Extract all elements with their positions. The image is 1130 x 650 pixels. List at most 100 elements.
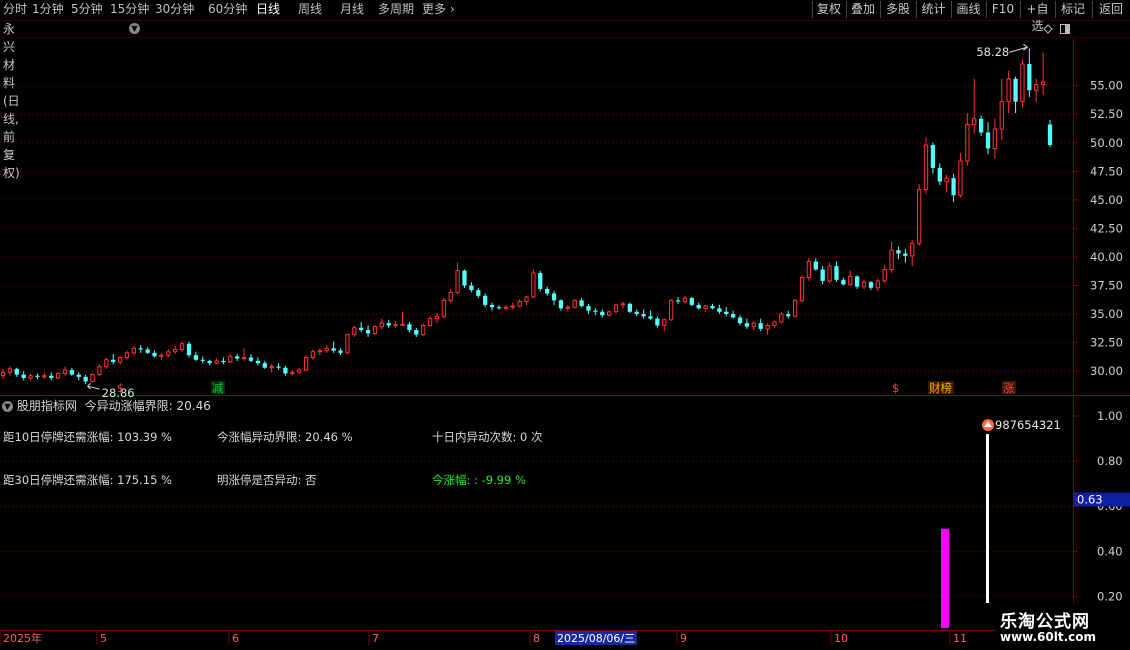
info-line-2: 今涨幅异动界限: 20.46 % bbox=[217, 430, 353, 444]
candle-body-47 bbox=[324, 347, 329, 352]
candle-body-17 bbox=[117, 356, 123, 363]
candle-body-146 bbox=[1006, 78, 1011, 103]
candle-body-151 bbox=[1040, 81, 1046, 86]
price-tick-label-4: 45.00 bbox=[1090, 193, 1123, 207]
high-price-arrow bbox=[1009, 43, 1029, 53]
candle-body-152 bbox=[1047, 124, 1053, 146]
candle-body-90 bbox=[620, 303, 626, 306]
candle-body-38 bbox=[262, 363, 267, 368]
candle-body-26 bbox=[179, 343, 185, 350]
candle-body-20 bbox=[138, 348, 143, 350]
candle-body-56 bbox=[386, 323, 391, 326]
candle-body-123 bbox=[848, 275, 853, 285]
candle-body-57 bbox=[393, 323, 398, 326]
candle-body-125 bbox=[861, 281, 867, 288]
bar-value-label: 987654321 bbox=[995, 418, 1061, 432]
candle-body-150 bbox=[1034, 84, 1039, 91]
candle-body-104 bbox=[717, 308, 722, 312]
candle-body-61 bbox=[421, 324, 426, 336]
candle-body-105 bbox=[724, 311, 729, 315]
candle-body-145 bbox=[999, 101, 1004, 130]
candle-body-37 bbox=[255, 360, 260, 364]
candle-body-81 bbox=[558, 300, 564, 309]
indicator-tick-label-0: 1.00 bbox=[1097, 409, 1123, 423]
candle-body-1 bbox=[7, 368, 13, 373]
candle-body-100 bbox=[689, 298, 694, 305]
x-axis-label-7: 10 bbox=[834, 632, 848, 645]
current-value-label: 0.63 bbox=[1077, 492, 1103, 506]
candle-body-148 bbox=[1020, 63, 1025, 103]
candle-body-142 bbox=[978, 118, 984, 133]
candle-body-141 bbox=[972, 118, 977, 126]
candle-body-12 bbox=[83, 376, 88, 382]
candle-body-109 bbox=[751, 322, 756, 328]
price-tick-label-1: 52.50 bbox=[1090, 107, 1123, 121]
candle-body-13 bbox=[90, 374, 95, 382]
candle-body-92 bbox=[634, 311, 639, 315]
info-line-1: 距10日停牌还需涨幅: 103.39 % bbox=[3, 430, 172, 444]
candle-body-30 bbox=[207, 360, 212, 364]
candle-body-116 bbox=[799, 277, 805, 301]
candle-body-8 bbox=[55, 372, 61, 379]
candle-body-34 bbox=[235, 356, 240, 359]
candle-body-53 bbox=[365, 330, 371, 334]
candle-body-2 bbox=[14, 368, 19, 375]
candle-body-87 bbox=[600, 311, 605, 316]
candle-body-77 bbox=[531, 272, 536, 298]
candle-body-32 bbox=[221, 360, 226, 363]
candle-body-82 bbox=[565, 306, 570, 309]
candle-body-111 bbox=[765, 324, 770, 330]
candle-body-96 bbox=[662, 319, 667, 326]
info-line-5: 明涨停是否异动: 否 bbox=[217, 473, 317, 487]
candle-body-130 bbox=[896, 250, 901, 254]
candle-body-78 bbox=[538, 272, 543, 289]
candle-body-69 bbox=[476, 290, 481, 296]
candle-body-118 bbox=[813, 261, 818, 270]
candle-body-27 bbox=[186, 343, 192, 356]
candle-body-58 bbox=[400, 323, 405, 326]
diamond-icon bbox=[1043, 24, 1053, 34]
candle-body-84 bbox=[579, 300, 584, 307]
candle-body-139 bbox=[958, 160, 963, 196]
price-tick-label-10: 30.00 bbox=[1090, 364, 1123, 378]
price-tick-label-6: 40.00 bbox=[1090, 250, 1123, 264]
candle-body-55 bbox=[379, 322, 384, 328]
candle-body-68 bbox=[469, 285, 474, 291]
candle-body-50 bbox=[345, 334, 350, 354]
indicator-dropdown-icon[interactable]: ▼ bbox=[2, 401, 13, 412]
candle-body-80 bbox=[551, 293, 557, 301]
indicator-header-value: 今异动涨幅界限: 20.46 bbox=[84, 399, 211, 413]
candle-body-121 bbox=[834, 266, 839, 280]
candle-body-149 bbox=[1027, 63, 1032, 91]
candle-body-25 bbox=[173, 348, 178, 353]
candle-body-138 bbox=[951, 178, 956, 196]
watermark: 乐淘公式网 www.60lt.com bbox=[996, 603, 1130, 650]
candle-body-10 bbox=[69, 370, 75, 375]
price-tick-label-0: 55.00 bbox=[1090, 79, 1123, 93]
candle-body-24 bbox=[166, 351, 171, 356]
indicator-name[interactable]: 股朋指标网 bbox=[17, 399, 77, 413]
candle-body-113 bbox=[779, 313, 784, 323]
candle-body-62 bbox=[427, 318, 433, 326]
candle-body-79 bbox=[545, 288, 550, 294]
candle-body-33 bbox=[228, 355, 233, 363]
candle-body-71 bbox=[489, 304, 495, 308]
indicator-tick-label-1: 0.80 bbox=[1097, 454, 1123, 468]
candle-body-115 bbox=[793, 299, 798, 317]
candle-body-143 bbox=[985, 132, 991, 149]
candle-body-35 bbox=[241, 356, 247, 360]
candle-body-91 bbox=[627, 303, 632, 312]
candle-body-7 bbox=[49, 375, 54, 379]
candle-body-6 bbox=[42, 375, 47, 378]
candle-body-4 bbox=[28, 375, 33, 379]
candle-body-67 bbox=[462, 270, 467, 286]
candle-body-114 bbox=[786, 314, 791, 317]
high-price-label: 58.28 bbox=[976, 45, 1009, 59]
candle-body-129 bbox=[889, 249, 894, 271]
candle-body-72 bbox=[496, 307, 502, 309]
candle-body-5 bbox=[35, 375, 40, 377]
candle-body-66 bbox=[455, 270, 460, 293]
x-axis-label-4: 8 bbox=[533, 632, 540, 645]
candle-body-120 bbox=[827, 265, 832, 282]
candle-body-51 bbox=[352, 327, 357, 336]
